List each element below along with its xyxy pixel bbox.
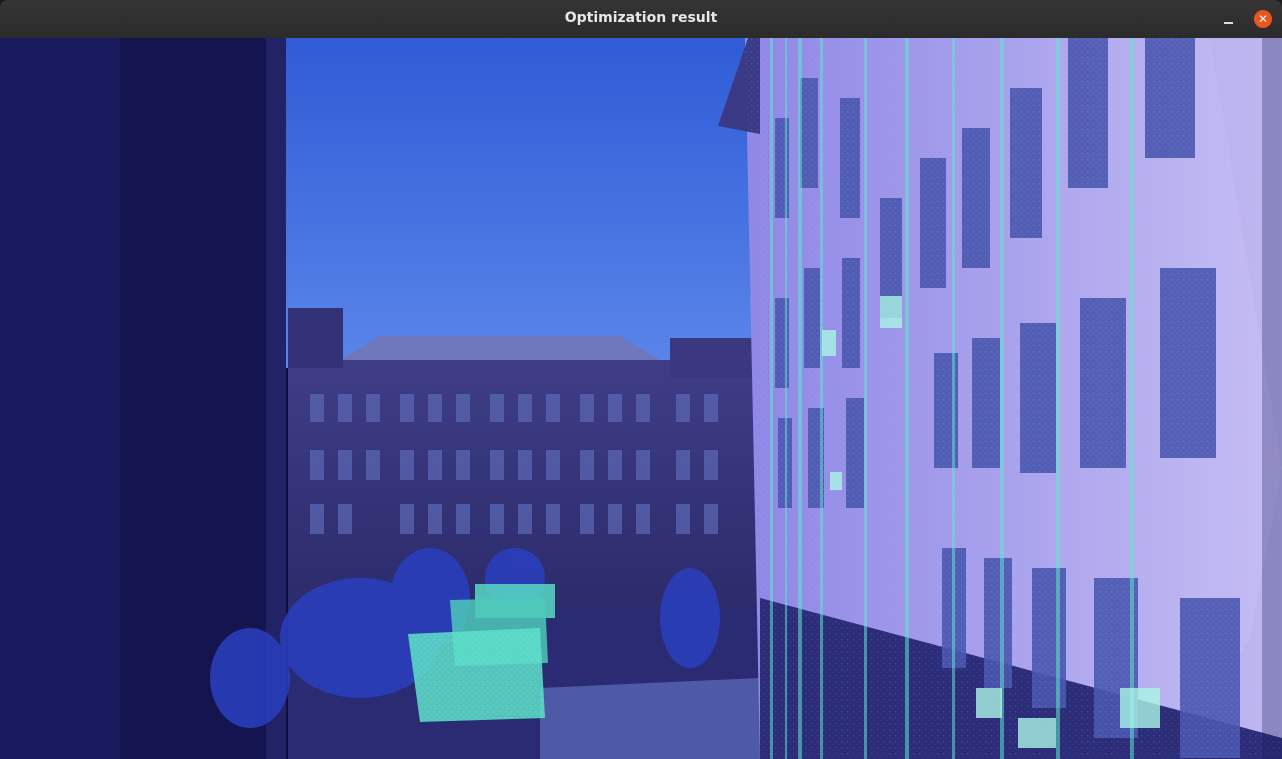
title-bar[interactable]: Optimization result ✕ (0, 0, 1282, 39)
app-window: Optimization result ✕ (0, 0, 1282, 759)
close-glyph: ✕ (1257, 12, 1269, 26)
overlay-image (0, 38, 1282, 759)
close-icon[interactable]: ✕ (1254, 10, 1272, 28)
window-title: Optimization result (564, 10, 718, 26)
sky (286, 38, 756, 368)
result-image-view (0, 38, 1282, 759)
minimize-icon[interactable] (1219, 9, 1239, 29)
foreground-building (718, 38, 1282, 759)
